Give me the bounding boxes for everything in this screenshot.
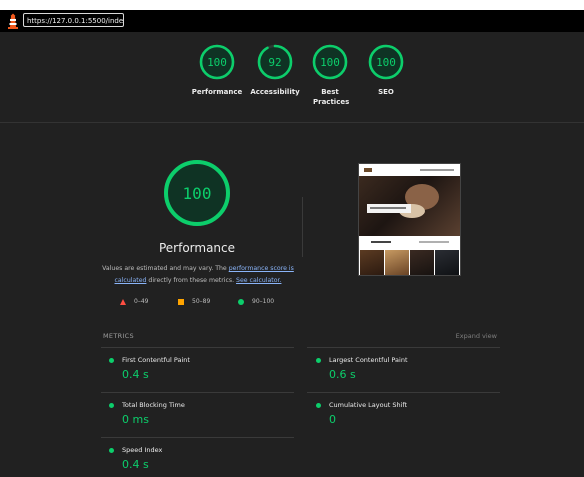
- performance-gauge: 100: [164, 160, 230, 226]
- score-value-performance: 100: [207, 56, 227, 69]
- score-gauge-accessibility: 92: [257, 44, 293, 80]
- performance-title: Performance: [158, 241, 236, 255]
- score-value-seo: 100: [376, 56, 396, 69]
- legend-range-average: 50–89: [192, 298, 211, 305]
- thumbnail-tile: [360, 250, 384, 275]
- metric-value: 0.4 s: [122, 458, 149, 471]
- red-triangle-icon: [120, 298, 126, 305]
- green-circle-icon: [238, 298, 244, 305]
- legend-pass: 90–100: [238, 297, 274, 307]
- pass-circle-icon: [316, 403, 321, 408]
- page-screenshot[interactable]: [358, 163, 461, 276]
- gauge-seo[interactable]: 100 SEO: [351, 44, 421, 97]
- description-text: Values are estimated and may vary. The: [102, 265, 229, 272]
- thumbnail-section-title: [371, 241, 391, 243]
- metric-divider: [101, 392, 294, 393]
- pass-circle-icon: [109, 403, 114, 408]
- metrics-heading: METRICS: [103, 332, 134, 340]
- thumbnail-tile: [435, 250, 459, 275]
- metric-value: 0.4 s: [122, 368, 149, 381]
- metric-value: 0: [329, 413, 336, 426]
- gauge-label-seo: SEO: [378, 88, 394, 96]
- score-gauge-seo: 100: [368, 44, 404, 80]
- window: https://127.0.0.1:5500/index.html 100 Pe…: [0, 0, 584, 477]
- metric-divider: [101, 437, 294, 438]
- pass-circle-icon: [316, 358, 321, 363]
- score-gauge-performance: 100: [199, 44, 235, 80]
- metric-label: Cumulative Layout Shift: [329, 401, 408, 409]
- url-field[interactable]: https://127.0.0.1:5500/index.html: [23, 13, 124, 27]
- score-value-best-practices: 100: [320, 56, 340, 69]
- orange-square-icon: [178, 298, 184, 305]
- metric-divider: [101, 347, 294, 348]
- legend-range-pass: 90–100: [252, 298, 275, 305]
- metric-value: 0.6 s: [329, 368, 356, 381]
- lighthouse-report: 100 Performance 92 Accessibility 100 Bes…: [0, 32, 584, 477]
- gauge-label-best-practices: Best Practices: [313, 88, 350, 106]
- metric-label: Speed Index: [122, 446, 163, 454]
- score-value-accessibility: 92: [268, 56, 281, 69]
- score-gauge-best-practices: 100: [312, 44, 348, 80]
- thumbnail-nav-links: [420, 169, 454, 171]
- legend-average: 50–89: [178, 297, 210, 307]
- metric-divider: [307, 392, 500, 393]
- section-divider: [302, 197, 303, 257]
- metric-value: 0 ms: [122, 413, 149, 426]
- pass-circle-icon: [109, 358, 114, 363]
- see-calculator-link[interactable]: See calculator.: [236, 277, 281, 284]
- pass-circle-icon: [109, 448, 114, 453]
- thumbnail-section-text: [419, 241, 449, 243]
- metric-divider: [307, 347, 500, 348]
- thumbnail-tile: [410, 250, 434, 275]
- metric-label: Total Blocking Time: [122, 401, 185, 409]
- url-bar: https://127.0.0.1:5500/index.html: [0, 10, 584, 32]
- thumbnail-tile: [385, 250, 409, 275]
- expand-view-toggle[interactable]: Expand view: [447, 332, 497, 340]
- metric-label: Largest Contentful Paint: [329, 356, 408, 364]
- description-text-middle: directly from these metrics.: [146, 277, 237, 284]
- thumbnail-brand: [364, 168, 372, 172]
- lighthouse-icon: [8, 13, 18, 29]
- thumbnail-hero-banner: [367, 204, 411, 213]
- performance-description: Values are estimated and may vary. The p…: [101, 263, 295, 287]
- score-summary-header: 100 Performance 92 Accessibility 100 Bes…: [0, 32, 584, 123]
- performance-score-value: 100: [183, 184, 212, 203]
- legend-fail: 0–49: [120, 297, 148, 307]
- legend-range-fail: 0–49: [134, 298, 149, 305]
- metric-label: First Contentful Paint: [122, 356, 190, 364]
